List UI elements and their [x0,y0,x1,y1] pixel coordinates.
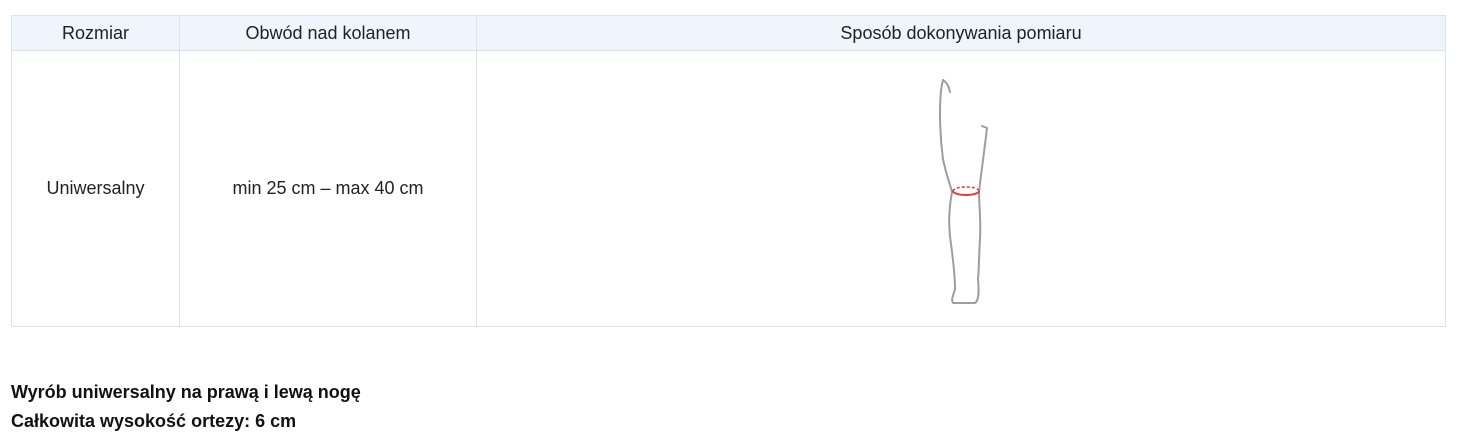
size-table: Rozmiar Obwód nad kolanem Sposób dokonyw… [11,15,1446,327]
measure-line-back [952,185,980,191]
table-header-row: Rozmiar Obwód nad kolanem Sposób dokonyw… [11,15,1446,51]
product-notes: Wyrób uniwersalny na prawą i lewą nogę C… [11,378,361,436]
leg-outline [939,78,988,304]
cell-measurement-image [476,50,1446,327]
note-universal: Wyrób uniwersalny na prawą i lewą nogę [11,382,361,402]
header-circumference: Obwód nad kolanem [179,15,477,51]
cell-circumference: min 25 cm – max 40 cm [179,50,477,327]
leg-measurement-icon [939,78,988,304]
measure-line-front [952,190,980,196]
leg-top-hook [942,78,951,93]
header-size: Rozmiar [11,15,180,51]
cell-size: Uniwersalny [11,50,180,327]
table-row: Uniwersalny min 25 cm – max 40 cm [11,50,1446,327]
header-measurement-method: Sposób dokonywania pomiaru [476,15,1446,51]
note-height: Całkowita wysokość ortezy: 6 cm [11,411,297,431]
